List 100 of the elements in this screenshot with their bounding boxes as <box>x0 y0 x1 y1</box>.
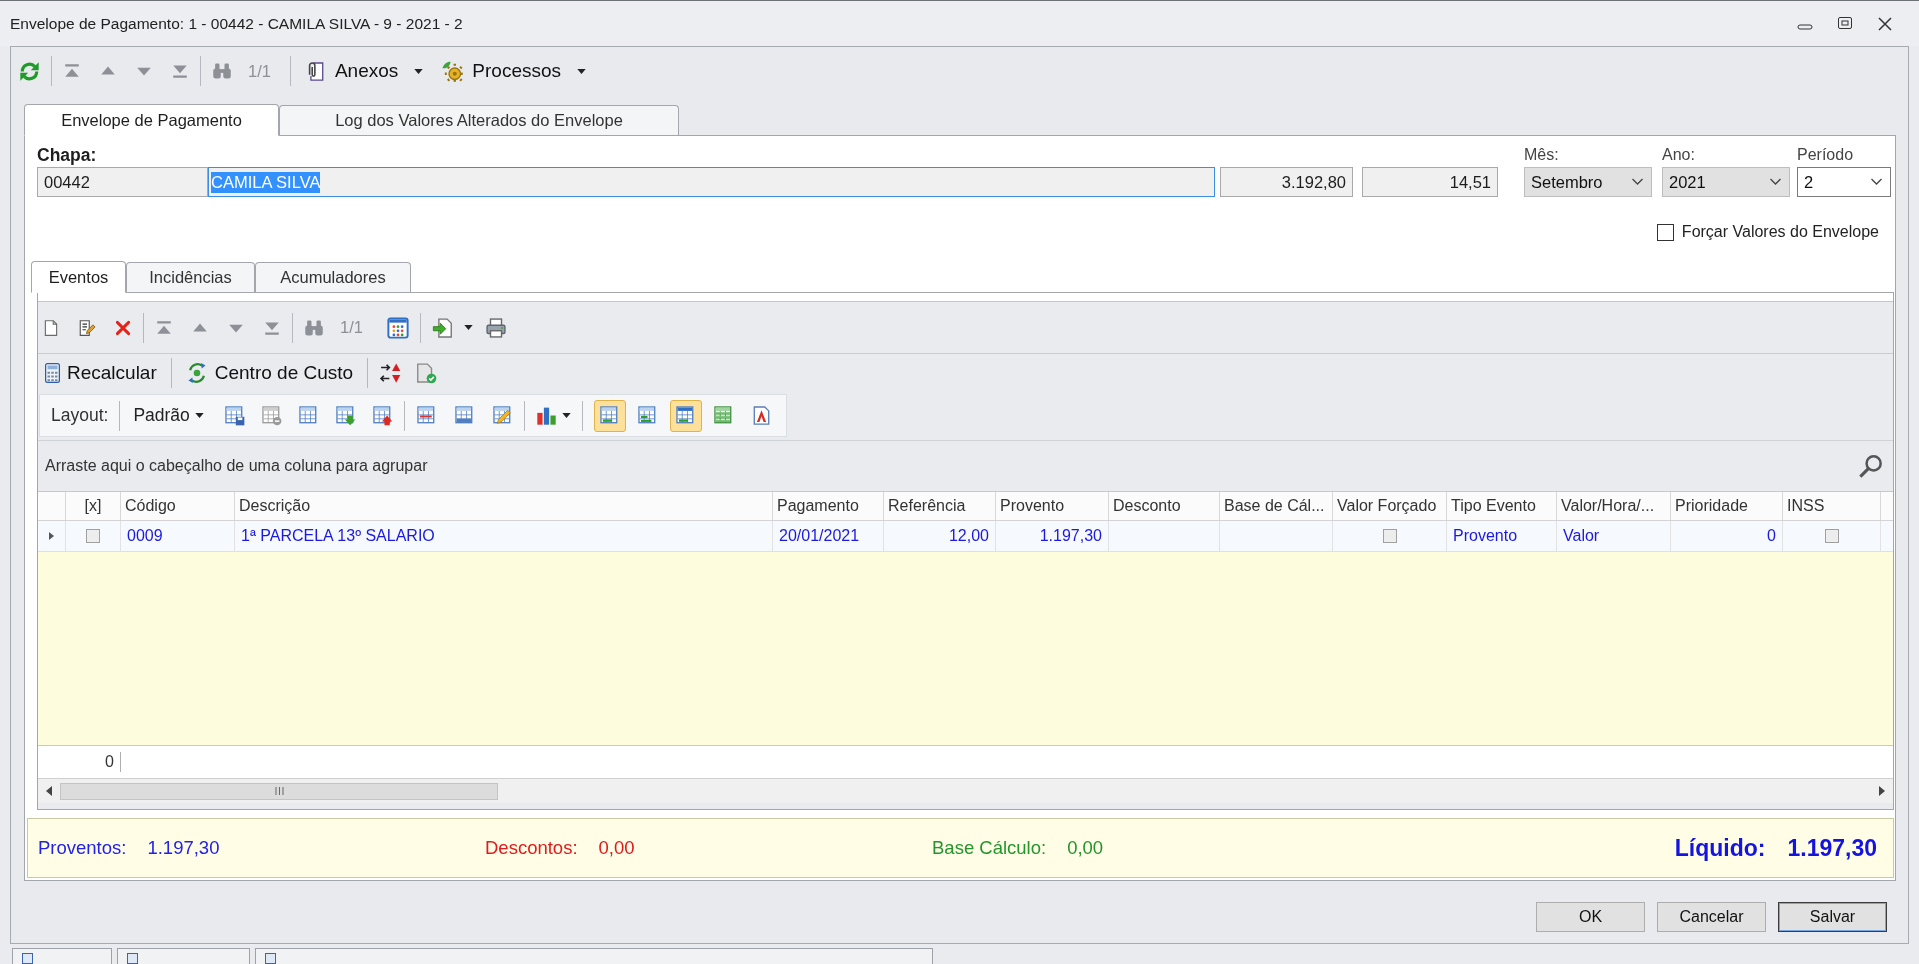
window-icon[interactable] <box>127 953 138 964</box>
amount-field[interactable]: 3.192,80 <box>1220 167 1353 197</box>
search-icon[interactable] <box>1858 453 1883 479</box>
checkbox-label: Forçar Valores do Envelope <box>1681 223 1879 241</box>
menu-button[interactable]: Anexos <box>301 54 427 88</box>
horizontal-scrollbar[interactable] <box>38 779 1893 803</box>
checkbox[interactable] <box>86 529 100 543</box>
field-label: Chapa: <box>37 145 97 167</box>
group-by-hint: Arraste aqui o cabeçalho de uma coluna para agrupar <box>45 457 428 475</box>
sort-icon[interactable] <box>379 362 402 384</box>
dialog-button[interactable]: Salvar <box>1778 902 1887 932</box>
close-icon[interactable] <box>1877 15 1893 32</box>
scrollbar-thumb[interactable] <box>60 782 498 800</box>
column-header[interactable]: Descrição <box>235 492 773 520</box>
taskbar-tab[interactable] <box>117 948 250 964</box>
table-cell: 12,00 <box>884 521 996 551</box>
column-header[interactable]: Tipo Evento <box>1447 492 1557 520</box>
dialog-button[interactable]: OK <box>1536 902 1645 932</box>
total-label: Descontos: <box>485 837 578 859</box>
column-header[interactable]: Provento <box>996 492 1109 520</box>
delete-icon[interactable] <box>114 318 132 337</box>
table-cell: Provento <box>1447 521 1557 551</box>
window-title: Envelope de Pagamento: 1 - 00442 - CAMILA SILVA - 9 - 2021 - 2 <box>10 14 463 33</box>
field-label: Mês: <box>1524 145 1559 165</box>
table-filter-icon[interactable] <box>415 405 437 426</box>
tab[interactable]: Log dos Valores Alterados do Envelope <box>279 105 679 135</box>
window-icon[interactable] <box>265 953 276 964</box>
table-cell: 0 <box>1671 521 1783 551</box>
column-header[interactable]: [x] <box>66 492 121 520</box>
field-label: Ano: <box>1662 145 1695 165</box>
gear-icon[interactable] <box>441 60 464 82</box>
checkbox[interactable] <box>1382 529 1397 543</box>
document-check-icon[interactable] <box>415 362 438 384</box>
table-export-icon[interactable] <box>371 405 393 426</box>
total-label: Líquido: <box>1674 834 1766 862</box>
action-button[interactable]: Recalcular <box>42 357 160 389</box>
refresh-icon[interactable] <box>19 60 40 82</box>
summary-count: 0 <box>38 752 121 772</box>
table-save-icon[interactable] <box>223 405 245 426</box>
tab[interactable]: Incidências <box>126 262 255 292</box>
search-icon[interactable] <box>212 61 232 81</box>
scroll-left-icon[interactable] <box>46 786 52 796</box>
checkbox[interactable] <box>1656 223 1674 241</box>
menu-button[interactable]: Processos <box>438 54 589 88</box>
field-label: Período <box>1797 145 1854 165</box>
dropdown[interactable]: 2 <box>1797 167 1891 197</box>
column-header[interactable]: Valor Forçado <box>1333 492 1447 520</box>
table-total-icon[interactable] <box>453 405 475 426</box>
action-button[interactable]: Centro de Custo <box>182 357 357 389</box>
scroll-right-icon[interactable] <box>1879 786 1885 796</box>
table-row[interactable]: 0009 1ª PARCELA 13º SALARIO 20/01/2021 12,00 1.197,30 Provento Valor 0 <box>38 521 1893 552</box>
amount-field[interactable]: 14,51 <box>1362 167 1498 197</box>
table-cell: 0009 <box>121 521 235 551</box>
calculator-icon[interactable] <box>45 363 60 383</box>
printer-icon[interactable] <box>484 316 507 339</box>
checkbox[interactable] <box>1824 529 1839 543</box>
caret-icon[interactable] <box>463 325 473 330</box>
total-label: Base Cálculo: <box>932 837 1047 859</box>
total-value: 1.197,30 <box>147 837 220 859</box>
caret-icon[interactable] <box>577 68 586 74</box>
table-icon[interactable] <box>297 405 319 426</box>
code-field[interactable]: 00442 <box>37 167 208 197</box>
column-header[interactable]: Prioridade <box>1671 492 1783 520</box>
table-import-icon[interactable] <box>334 405 356 426</box>
record-counter: 1/1 <box>248 61 271 81</box>
table-cell: 20/01/2021 <box>773 521 884 551</box>
dialog-button[interactable]: Cancelar <box>1657 902 1766 932</box>
column-header[interactable]: Código <box>121 492 235 520</box>
column-header[interactable]: INSS <box>1783 492 1881 520</box>
tab[interactable]: Acumuladores <box>255 262 411 292</box>
view-toggle-button[interactable] <box>669 399 702 432</box>
chevron-down-icon[interactable] <box>1870 178 1883 186</box>
view-toggle-button[interactable] <box>593 399 626 432</box>
total-value: 1.197,30 <box>1787 834 1877 862</box>
column-header[interactable]: Desconto <box>1109 492 1220 520</box>
restore-icon[interactable] <box>1837 15 1853 32</box>
tab[interactable]: Eventos <box>31 261 126 293</box>
column-header[interactable]: Base de Cál... <box>1220 492 1333 520</box>
taskbar-tab[interactable] <box>12 948 112 964</box>
bar-chart-icon[interactable] <box>535 405 557 426</box>
caret-icon[interactable] <box>414 68 424 74</box>
table-edit-icon[interactable] <box>491 405 513 426</box>
window-icon[interactable] <box>22 953 33 964</box>
layout-label: Layout: <box>51 405 109 426</box>
column-header[interactable]: Pagamento <box>773 492 884 520</box>
table-cell: Valor <box>1557 521 1671 551</box>
edit-document-icon[interactable] <box>78 318 96 337</box>
tab[interactable]: Envelope de Pagamento <box>24 104 279 136</box>
layout-dropdown[interactable]: Padrão <box>131 400 206 431</box>
caret-icon[interactable] <box>194 413 204 418</box>
new-document-icon[interactable] <box>42 318 60 337</box>
column-header[interactable]: Referência <box>884 492 996 520</box>
total-value: 0,00 <box>598 837 635 859</box>
table-remove-icon[interactable] <box>260 405 282 426</box>
column-header[interactable]: Valor/Hora/... <box>1557 492 1671 520</box>
export-icon[interactable] <box>431 316 454 339</box>
caret-icon[interactable] <box>561 413 571 418</box>
taskbar-tab[interactable] <box>255 948 933 964</box>
grid-icon[interactable] <box>386 316 409 339</box>
grip-icon <box>274 787 284 795</box>
